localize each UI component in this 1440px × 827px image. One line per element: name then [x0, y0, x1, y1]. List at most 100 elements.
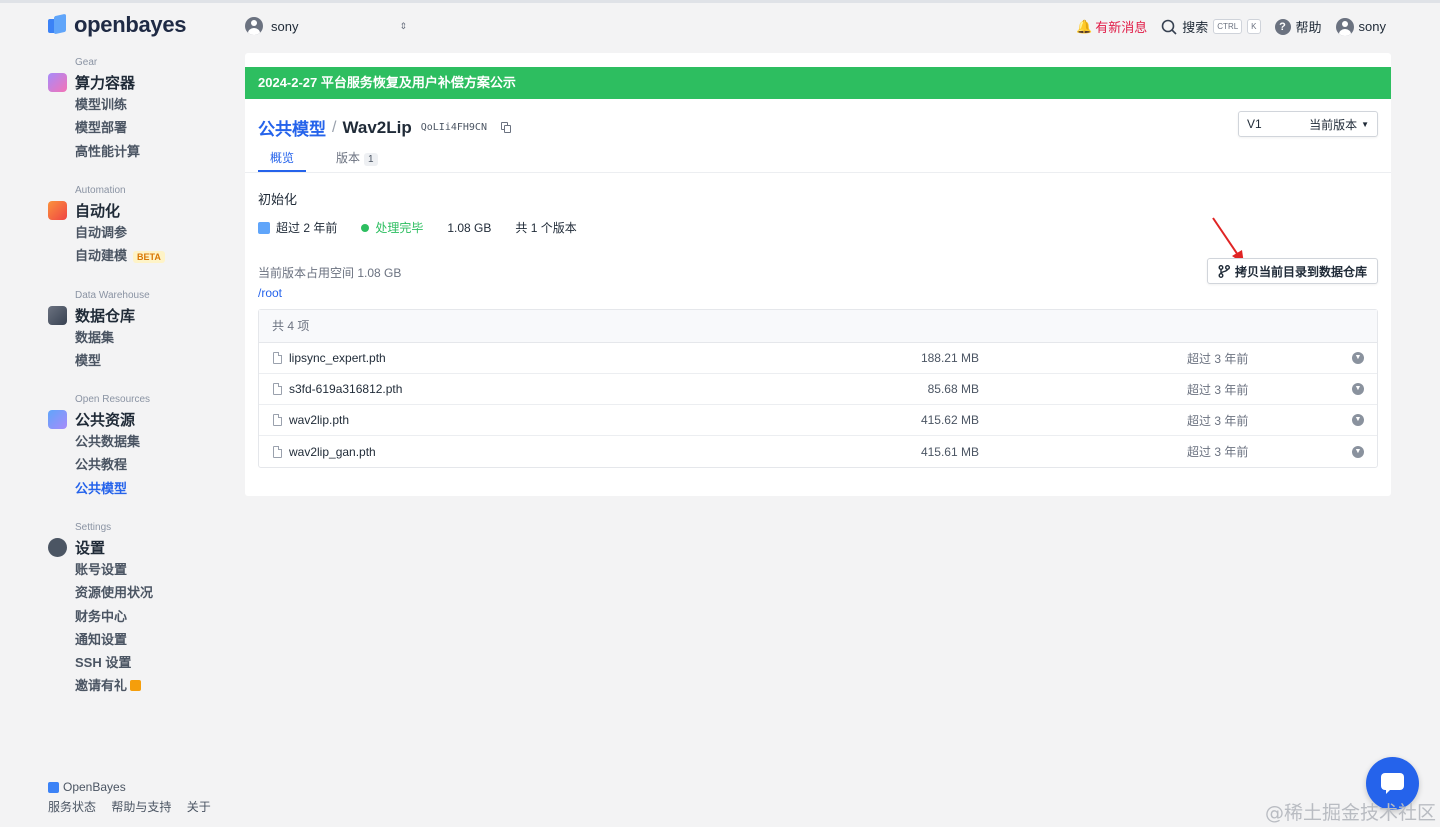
container-icon: [48, 72, 67, 92]
tab-overview[interactable]: 概览: [258, 145, 307, 172]
tab-label: 版本: [336, 151, 361, 165]
caret-down-icon: ▼: [1361, 119, 1369, 129]
announcement-banner[interactable]: 2024-2-27 平台服务恢复及用户补偿方案公示: [245, 67, 1391, 99]
gift-icon: [130, 680, 142, 692]
meta-time-label: 超过 2 年前: [276, 221, 338, 235]
avatar: [1335, 17, 1354, 36]
breadcrumb-parent[interactable]: 公共模型: [258, 115, 326, 140]
user-name: sony: [1358, 19, 1386, 34]
table-row[interactable]: s3fd-619a316812.pth 85.68 MB 超过 3 年前 ▼: [259, 374, 1377, 405]
sidebar-item-finance[interactable]: 财务中心: [48, 605, 238, 628]
user-menu[interactable]: sony: [1335, 17, 1386, 36]
version-select[interactable]: V1 当前版本 ▼: [1238, 111, 1378, 137]
table-row[interactable]: wav2lip.pth 415.62 MB 超过 3 年前 ▼: [259, 405, 1377, 436]
chevron-down-icon[interactable]: ▼: [1352, 445, 1364, 458]
chat-bubble-tail: [1386, 788, 1392, 794]
table-header: 共 4 项: [259, 310, 1377, 343]
nav-title: 设置: [75, 539, 106, 557]
kbd-ctrl: CTRL: [1213, 19, 1243, 34]
nav-title: 自动化: [75, 202, 121, 220]
sidebar-item-hpc[interactable]: 高性能计算: [48, 140, 238, 163]
search-button[interactable]: 搜索 CTRL K: [1161, 17, 1261, 36]
sidebar-item-deploy[interactable]: 模型部署: [48, 116, 238, 139]
updown-icon: ⇕: [399, 20, 407, 31]
sidebar-item-autotune[interactable]: 自动调参: [48, 221, 238, 244]
copy-to-warehouse-button[interactable]: 拷贝当前目录到数据仓库: [1206, 258, 1378, 284]
kbd-k: K: [1247, 19, 1261, 34]
tab-count: 1: [364, 153, 378, 166]
chat-bubble-icon: [1381, 773, 1404, 790]
automation-icon: [48, 200, 67, 220]
sidebar-item-training[interactable]: 模型训练: [48, 93, 238, 116]
file-size: 85.68 MB: [927, 382, 979, 396]
breadcrumb-separator: /: [332, 118, 337, 136]
chevron-down-icon[interactable]: ▼: [1352, 352, 1364, 364]
search-label: 搜索: [1182, 20, 1209, 35]
sidebar-item-datasets[interactable]: 数据集: [48, 326, 238, 349]
chevron-down-icon[interactable]: ▼: [1352, 383, 1364, 395]
status-dot-icon: [361, 223, 370, 232]
file-name[interactable]: lipsync_expert.pth: [289, 351, 689, 365]
nav-head-settings[interactable]: 设置: [48, 536, 238, 558]
table-row[interactable]: wav2lip_gan.pth 415.61 MB 超过 3 年前 ▼: [259, 436, 1377, 467]
file-time: 超过 3 年前: [1187, 351, 1249, 366]
nav-title: 公共资源: [75, 411, 136, 429]
sidebar-item-public-tutorials[interactable]: 公共教程: [48, 453, 238, 476]
top-border: [0, 0, 1440, 3]
sidebar-item-invite[interactable]: 邀请有礼: [48, 674, 238, 697]
sidebar-item-public-datasets[interactable]: 公共数据集: [48, 430, 238, 453]
bell-icon: 🔔: [1076, 18, 1093, 34]
file-icon: [273, 383, 282, 395]
sidebar-item-account[interactable]: 账号设置: [48, 558, 238, 581]
logo-text: openbayes: [74, 12, 187, 37]
nav-group-gear: Gear 算力容器 模型训练 模型部署 高性能计算: [48, 57, 238, 163]
avatar: [245, 17, 263, 35]
file-name[interactable]: wav2lip.pth: [289, 413, 689, 427]
file-name[interactable]: wav2lip_gan.pth: [289, 445, 689, 459]
sidebar-item-ssh[interactable]: SSH 设置: [48, 651, 238, 674]
meta-time: 超过 2 年前: [258, 219, 337, 236]
tab-label: 概览: [270, 151, 295, 165]
nav-group-settings: Settings 设置 账号设置 资源使用状况 财务中心 通知设置 SSH 设置…: [48, 522, 238, 698]
warehouse-icon: [48, 305, 67, 325]
beta-badge: BETA: [133, 251, 165, 264]
watermark: @稀土掘金技术社区: [1264, 802, 1436, 824]
sidebar-item-public-models[interactable]: 公共模型: [48, 477, 238, 500]
notifications-link[interactable]: 🔔 有新消息: [1076, 17, 1147, 36]
chevron-down-icon[interactable]: ▼: [1352, 414, 1364, 426]
breadcrumb: 公共模型 / Wav2Lip QoLIi4FH9CN: [258, 115, 511, 140]
model-meta: 超过 2 年前 处理完毕 1.08 GB 共 1 个版本: [258, 219, 577, 236]
copy-icon[interactable]: [500, 122, 511, 133]
file-time: 超过 3 年前: [1187, 445, 1249, 459]
sidebar-item-usage[interactable]: 资源使用状况: [48, 581, 238, 604]
nav-group-warehouse: Data Warehouse 数据仓库 数据集 模型: [48, 290, 238, 373]
storage-usage: 当前版本占用空间 1.08 GB: [258, 266, 402, 280]
meta-size: 1.08 GB: [447, 220, 492, 235]
logo[interactable]: openbayes: [48, 12, 187, 38]
sidebar-item-notifications[interactable]: 通知设置: [48, 628, 238, 651]
sidebar-item-models[interactable]: 模型: [48, 349, 238, 372]
file-table: 共 4 项 lipsync_expert.pth 188.21 MB 超过 3 …: [258, 309, 1378, 468]
table-row[interactable]: lipsync_expert.pth 188.21 MB 超过 3 年前 ▼: [259, 343, 1377, 374]
nav-head-compute[interactable]: 算力容器: [48, 71, 238, 93]
model-id: QoLIi4FH9CN: [420, 122, 487, 133]
tab-versions[interactable]: 版本 1: [324, 145, 390, 172]
nav-head-warehouse[interactable]: 数据仓库: [48, 304, 238, 326]
footer-link-help[interactable]: 帮助与支持: [111, 800, 171, 814]
footer-link-about[interactable]: 关于: [187, 800, 211, 814]
logo-icon: [48, 13, 68, 35]
footer-link-status[interactable]: 服务状态: [48, 800, 96, 814]
tabs: 概览 版本 1: [258, 145, 1378, 172]
workspace-switcher[interactable]: sony ⇕: [245, 17, 407, 35]
nav-head-open-resources[interactable]: 公共资源: [48, 408, 238, 430]
current-path[interactable]: /root: [258, 286, 282, 300]
nav-group-open-resources: Open Resources 公共资源 公共数据集 公共教程 公共模型: [48, 394, 238, 500]
meta-versions: 共 1 个版本: [515, 221, 577, 235]
sidebar-item-label: 邀请有礼: [75, 678, 128, 694]
sidebar-item-automl[interactable]: 自动建模 BETA: [48, 244, 238, 267]
file-name[interactable]: s3fd-619a316812.pth: [289, 382, 689, 396]
help-label: 帮助: [1295, 20, 1322, 35]
help-link[interactable]: ? 帮助: [1274, 17, 1322, 36]
nav-head-automation[interactable]: 自动化: [48, 199, 238, 221]
version-value: V1: [1247, 117, 1262, 131]
